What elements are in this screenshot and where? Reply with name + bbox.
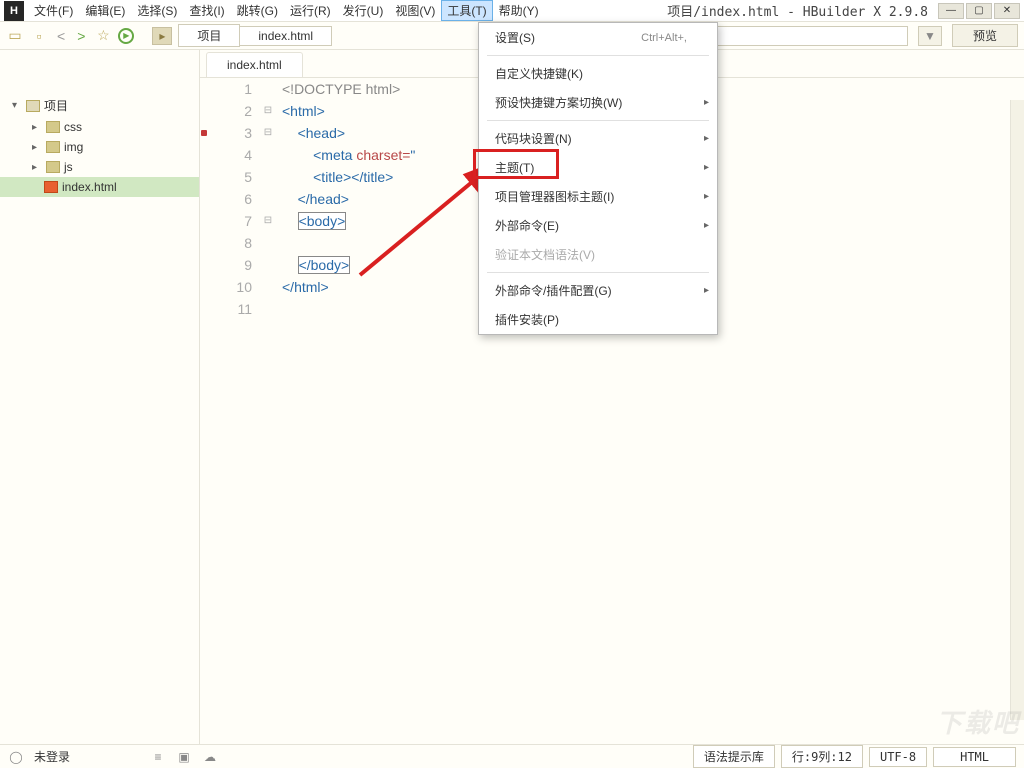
folder-open-icon [26, 100, 40, 112]
dd-label: 代码块设置(N) [495, 130, 572, 147]
dd-label: 插件安装(P) [495, 311, 559, 328]
menu-select[interactable]: 选择(S) [131, 0, 183, 21]
dd-external-cmd[interactable]: 外部命令(E) [479, 211, 717, 240]
breakpoint-marker [200, 122, 210, 144]
tree-folder-js[interactable]: ▸ js [0, 157, 199, 177]
tree-root-label: 项目 [44, 97, 68, 114]
dd-label: 设置(S) [495, 29, 535, 46]
dd-snippet-settings[interactable]: 代码块设置(N) [479, 124, 717, 153]
dd-settings[interactable]: 设置(S) Ctrl+Alt+, [479, 23, 717, 52]
caret-right-icon: ▸ [32, 162, 42, 173]
hint-library-button[interactable]: 语法提示库 [693, 745, 775, 768]
dd-shortcut: Ctrl+Alt+, [641, 32, 687, 44]
dd-label: 自定义快捷键(K) [495, 65, 583, 82]
line-number-gutter: 1234567891011 [210, 78, 260, 744]
dd-label: 项目管理器图标主题(I) [495, 188, 614, 205]
sidebar: ▾ 项目 ▸ css ▸ img ▸ js index.html [0, 50, 200, 744]
tree-root[interactable]: ▾ 项目 [0, 94, 199, 117]
tree-label: css [64, 120, 82, 134]
caret-right-icon: ▸ [32, 122, 42, 133]
project-tree: ▾ 项目 ▸ css ▸ img ▸ js index.html [0, 90, 199, 201]
folder-icon [46, 121, 60, 133]
dd-validate-syntax: 验证本文档语法(V) [479, 240, 717, 269]
filter-icon[interactable]: ▼ [918, 26, 942, 46]
menu-view[interactable]: 视图(V) [389, 0, 441, 21]
menu-goto[interactable]: 跳转(G) [231, 0, 284, 21]
breadcrumb-project[interactable]: 项目 [178, 24, 240, 47]
tree-label: js [64, 160, 73, 174]
menu-publish[interactable]: 发行(U) [337, 0, 390, 21]
save-icon[interactable]: ▫ [30, 27, 48, 45]
fold-gutter: ⊟⊟⊟ [260, 78, 276, 744]
forward-icon[interactable]: > [74, 28, 88, 44]
dd-label: 预设快捷键方案切换(W) [495, 94, 622, 111]
menubar: H 文件(F) 编辑(E) 选择(S) 查找(I) 跳转(G) 运行(R) 发行… [0, 0, 1024, 22]
login-status[interactable]: 未登录 [34, 748, 70, 765]
menu-find[interactable]: 查找(I) [183, 0, 230, 21]
dd-preset-shortcuts[interactable]: 预设快捷键方案切换(W) [479, 88, 717, 117]
vertical-scrollbar[interactable] [1010, 100, 1024, 720]
language-button[interactable]: HTML [933, 747, 1016, 767]
menu-help[interactable]: 帮助(Y) [493, 0, 545, 21]
breadcrumb: 项目 index.html [178, 24, 332, 47]
cloud-icon[interactable]: ☁ [202, 749, 218, 765]
folder-icon [46, 161, 60, 173]
breadcrumb-file[interactable]: index.html [239, 26, 332, 46]
window-title: 项目/index.html - HBuilder X 2.9.8 [667, 1, 928, 20]
dd-custom-shortcuts[interactable]: 自定义快捷键(K) [479, 59, 717, 88]
fold-icon[interactable]: ⊟ [260, 210, 276, 232]
close-button[interactable]: ✕ [994, 3, 1020, 19]
app-icon: H [4, 1, 24, 21]
folder-icon[interactable]: ▸ [152, 27, 172, 45]
tree-folder-css[interactable]: ▸ css [0, 117, 199, 137]
dd-label: 外部命令(E) [495, 217, 559, 234]
new-file-icon[interactable]: ▭ [6, 27, 24, 45]
dd-project-icon-theme[interactable]: 项目管理器图标主题(I) [479, 182, 717, 211]
back-icon[interactable]: < [54, 28, 68, 44]
dd-label: 主题(T) [495, 159, 534, 176]
run-icon[interactable]: ▶ [118, 28, 134, 44]
user-icon[interactable]: ◯ [8, 749, 24, 765]
folder-icon [46, 141, 60, 153]
caret-down-icon: ▾ [12, 100, 22, 111]
tools-dropdown: 设置(S) Ctrl+Alt+, 自定义快捷键(K) 预设快捷键方案切换(W) … [478, 22, 718, 335]
fold-icon[interactable]: ⊟ [260, 100, 276, 122]
menu-file[interactable]: 文件(F) [28, 0, 79, 21]
statusbar: ◯ 未登录 ≡ ▣ ☁ 语法提示库 行:9列:12 UTF-8 HTML [0, 744, 1024, 768]
caret-right-icon: ▸ [32, 142, 42, 153]
minimize-button[interactable]: — [938, 3, 964, 19]
preview-button[interactable]: 预览 [952, 24, 1018, 47]
dd-separator [487, 272, 709, 273]
terminal-icon[interactable]: ▣ [176, 749, 192, 765]
tree-file-index[interactable]: index.html [0, 177, 199, 197]
html-file-icon [44, 181, 58, 193]
window-buttons: — ▢ ✕ [938, 3, 1020, 19]
menu-run[interactable]: 运行(R) [284, 0, 337, 21]
dd-separator [487, 55, 709, 56]
cursor-position: 行:9列:12 [781, 745, 863, 768]
dd-label: 外部命令/插件配置(G) [495, 282, 612, 299]
dd-plugin-install[interactable]: 插件安装(P) [479, 305, 717, 334]
tab-index[interactable]: index.html [206, 52, 303, 77]
tree-label: index.html [62, 180, 117, 194]
maximize-button[interactable]: ▢ [966, 3, 992, 19]
breakpoint-gutter [200, 78, 210, 744]
dd-separator [487, 120, 709, 121]
encoding-button[interactable]: UTF-8 [869, 747, 927, 767]
fold-icon[interactable]: ⊟ [260, 122, 276, 144]
dd-theme[interactable]: 主题(T) [479, 153, 717, 182]
dd-external-plugin-config[interactable]: 外部命令/插件配置(G) [479, 276, 717, 305]
dd-label: 验证本文档语法(V) [495, 246, 595, 263]
tree-label: img [64, 140, 83, 154]
list-icon[interactable]: ≡ [150, 749, 166, 765]
tree-folder-img[interactable]: ▸ img [0, 137, 199, 157]
menu-edit[interactable]: 编辑(E) [79, 0, 131, 21]
menu-tools[interactable]: 工具(T) [441, 0, 492, 21]
star-icon[interactable]: ☆ [94, 27, 112, 45]
